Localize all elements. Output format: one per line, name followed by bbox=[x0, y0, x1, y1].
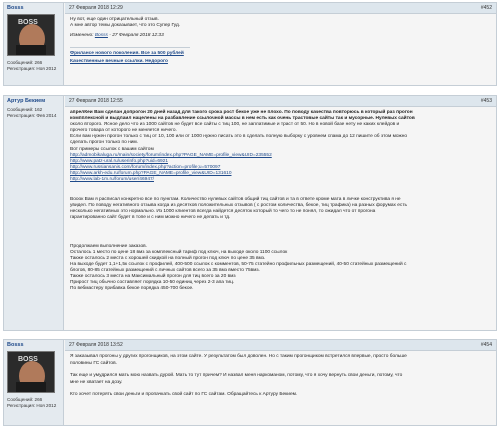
forum-post: Артур Бекием Сообщений: 162 Регистрация:… bbox=[3, 95, 497, 331]
post-author-name[interactable]: Bosss bbox=[7, 342, 60, 349]
svg-text:BOSS: BOSS bbox=[18, 356, 38, 363]
post-number[interactable]: #453 bbox=[481, 98, 492, 104]
example-link[interactable]: http://www.arkh-edu.ru/forum.php?PAGE_NA… bbox=[70, 171, 232, 176]
edit-date: - 27 Февраля 2018 12:33 bbox=[107, 33, 164, 39]
post-author-name[interactable]: Bosss bbox=[7, 5, 60, 12]
post-number[interactable]: #454 bbox=[481, 342, 492, 348]
author-stats: Сообщений: 162 Регистрация: Фев 2014 bbox=[7, 107, 57, 118]
example-link[interactable]: http://admobikaluga.ru/main/society/foru… bbox=[70, 153, 272, 158]
post-text-line: Так еще и умудрился мать мою назвать дур… bbox=[70, 373, 403, 379]
post-date: 27 Февраля 2018 12:55 bbox=[69, 98, 123, 104]
post-text-line: По вебмастеру прибавка бекое порядка 450… bbox=[70, 286, 194, 292]
example-link[interactable]: http://www.patz-ural.ru/userinfo.php?uid… bbox=[70, 159, 168, 164]
edit-user-link[interactable]: Bosss bbox=[95, 33, 108, 38]
svg-text:BOSS: BOSS bbox=[18, 19, 38, 26]
signature-link-1[interactable]: Фрилансе нового поколения. Все за 500 ру… bbox=[70, 51, 184, 56]
post-author-panel: Артур Бекием Сообщений: 162 Регистрация:… bbox=[4, 96, 64, 330]
post-body: Я заказывал прогоны у других прогонщиков… bbox=[65, 351, 496, 402]
example-link[interactable]: http://www.russiansanis.com/forum/index.… bbox=[70, 165, 220, 170]
author-stats: Сообщений: 266 Регистрация: Ноя 2012 bbox=[7, 397, 57, 408]
post-author-name[interactable]: Артур Бекием bbox=[7, 98, 60, 105]
post-text-line: Я заказывал прогоны у других прогонщиков… bbox=[70, 354, 407, 359]
post-body: апрелКеи Вам сделан допрогон 20 дней наз… bbox=[65, 107, 496, 295]
signature-link: Фрилансе нового поколения. Все за 500 ру… bbox=[70, 51, 491, 57]
avatar: BOSS bbox=[7, 14, 55, 56]
post-text-line: половины ГС сайтов. bbox=[70, 360, 117, 366]
post-header: 27 Февраля 2018 12:29 #452 bbox=[65, 3, 496, 14]
post-text-line: мне не хватает на дозу. bbox=[70, 379, 123, 385]
signature-link-2[interactable]: Качественные вечные ссылки. Недорого bbox=[70, 59, 168, 64]
author-stats: Сообщений: 266 Регистрация: Ноя 2012 bbox=[7, 60, 57, 71]
post-number[interactable]: #452 bbox=[481, 5, 492, 11]
post-header: 27 Февраля 2018 12:55 #453 bbox=[65, 96, 496, 107]
example-link[interactable]: http://www.lab-1m.ru/forum/user/46947/ bbox=[70, 177, 154, 182]
post-date: 27 Февраля 2018 13:52 bbox=[69, 342, 123, 348]
post-author-panel: Bosss BOSS Сообщений: 266 Регистрация: Н… bbox=[4, 340, 64, 425]
signature-link: Качественные вечные ссылки. Недорого bbox=[70, 59, 491, 65]
post-date: 27 Февраля 2018 12:29 bbox=[69, 5, 123, 11]
post-body: Ну вот, еще один отрицательный отзыв. А … bbox=[65, 14, 496, 68]
forum-post: Bosss BOSS Сообщений: 266 Регистрация: Н… bbox=[3, 2, 497, 86]
avatar: BOSS bbox=[7, 351, 55, 393]
forum-post: Bosss BOSS Сообщений: 266 Регистрация: Н… bbox=[3, 339, 497, 426]
post-header: 27 Февраля 2018 13:52 #454 bbox=[65, 340, 496, 351]
post-text-line: Кто хочет потерять свои деньги и пропачк… bbox=[70, 392, 298, 398]
post-author-panel: Bosss BOSS Сообщений: 266 Регистрация: Н… bbox=[4, 3, 64, 85]
edit-prefix: Изменено: bbox=[70, 33, 95, 39]
